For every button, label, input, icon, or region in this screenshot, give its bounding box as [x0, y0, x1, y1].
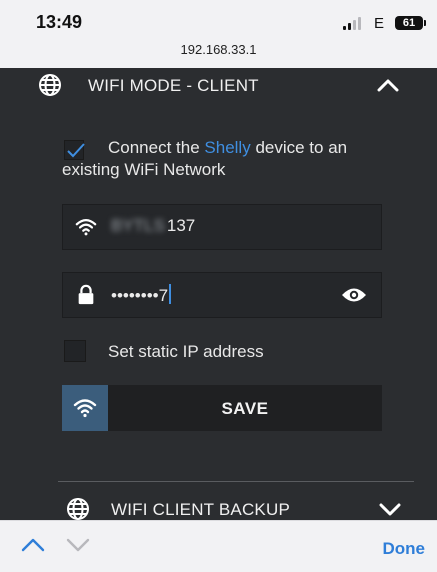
brand-name: Shelly	[204, 138, 251, 157]
static-ip-label: Set static IP address	[108, 342, 264, 361]
cellular-signal-icon	[343, 17, 363, 30]
wifi-icon	[73, 399, 97, 418]
static-ip-checkbox[interactable]	[64, 340, 86, 362]
status-time: 13:49	[36, 12, 83, 32]
checkmark-icon	[67, 143, 85, 158]
battery-icon: 61	[395, 16, 426, 30]
wifi-backup-title: WIFI CLIENT BACKUP	[111, 500, 290, 519]
ssid-redacted: BYTLS	[111, 216, 165, 235]
chevron-down-icon[interactable]	[378, 499, 402, 519]
wifi-client-section-header[interactable]: WIFI MODE - CLIENT	[16, 70, 421, 100]
previous-field-icon[interactable]	[21, 537, 45, 553]
eye-icon[interactable]	[341, 286, 367, 304]
ssid-visible: 137	[166, 216, 196, 235]
ssid-value: BYTLS 137	[111, 216, 195, 236]
connect-wifi-option: Connect the Shelly device to an existing…	[62, 137, 392, 181]
password-value: ••••••••7	[111, 284, 172, 306]
network-type: E	[374, 15, 385, 32]
section-divider	[58, 481, 414, 482]
keyboard-toolbar: Done	[0, 520, 437, 572]
chevron-up-icon[interactable]	[376, 75, 400, 95]
status-bar: 13:49 E 61	[0, 0, 437, 42]
settings-panel: WIFI MODE - CLIENT Connect the Shelly de…	[0, 68, 437, 520]
done-button[interactable]: Done	[383, 539, 426, 559]
lock-icon	[78, 284, 94, 305]
globe-icon	[67, 498, 89, 520]
connect-wifi-label: Connect the Shelly device to an existing…	[62, 137, 392, 181]
save-icon-box	[62, 385, 108, 431]
connect-label-prefix: Connect the	[108, 138, 205, 157]
ssid-field[interactable]: BYTLS 137	[62, 204, 382, 250]
wifi-icon	[75, 219, 97, 236]
save-label: SAVE	[221, 399, 269, 418]
save-button[interactable]: SAVE	[62, 385, 382, 431]
address-bar[interactable]: 192.168.33.1	[0, 42, 437, 68]
globe-icon	[39, 74, 61, 96]
password-field[interactable]: ••••••••7	[62, 272, 382, 318]
connect-wifi-checkbox[interactable]	[64, 140, 85, 160]
next-field-icon[interactable]	[66, 537, 90, 553]
text-cursor	[169, 284, 172, 304]
password-mask: ••••••••7	[111, 286, 169, 305]
wifi-client-title: WIFI MODE - CLIENT	[88, 76, 259, 95]
address-text: 192.168.33.1	[180, 42, 257, 57]
